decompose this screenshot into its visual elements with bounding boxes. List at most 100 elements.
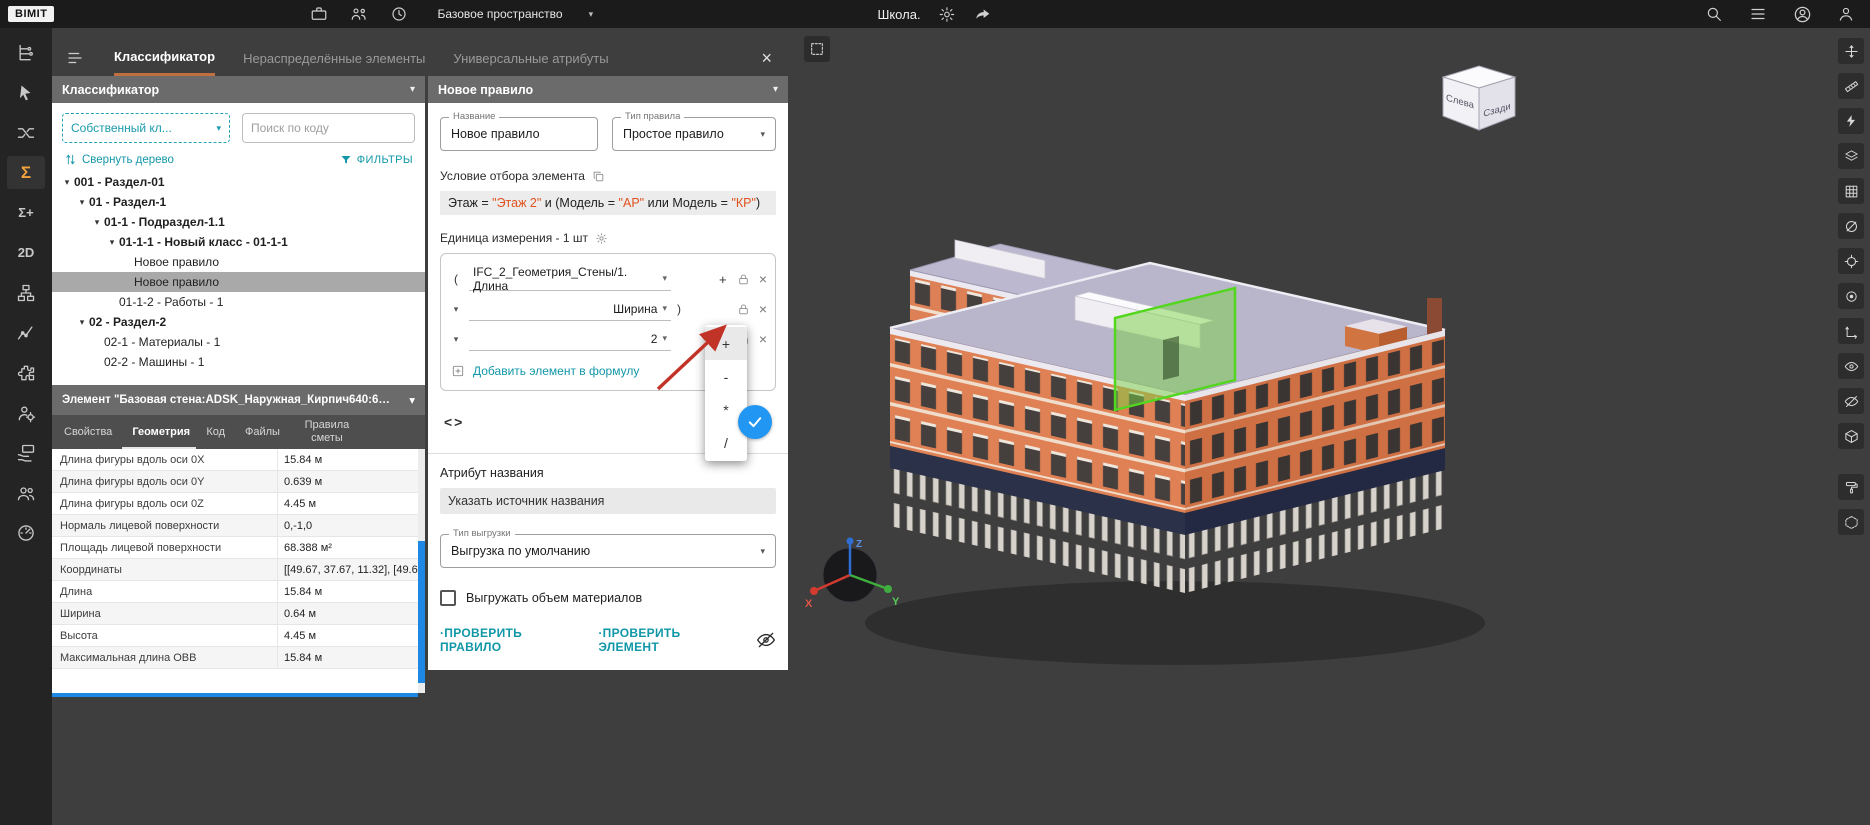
tree-item[interactable]: ▾01-1 - Подраздел-1.1: [52, 212, 425, 232]
tab-classifier[interactable]: Классификатор: [114, 40, 215, 76]
filters-link[interactable]: фильтры: [340, 154, 413, 166]
remove-row-icon[interactable]: ×: [759, 272, 767, 286]
tree-caret-icon[interactable]: ▾: [75, 317, 89, 328]
tree-item[interactable]: 02-2 - Машины - 1: [52, 352, 425, 372]
tree-item[interactable]: Новое правило: [52, 272, 425, 292]
orbit-icon[interactable]: [1838, 283, 1864, 309]
element-header[interactable]: Элемент "Базовая стена:ADSK_Наружная_Кир…: [52, 385, 425, 415]
property-row[interactable]: Длина15.84 м: [52, 581, 418, 603]
operator-item[interactable]: -: [705, 360, 747, 393]
property-row[interactable]: Нормаль лицевой поверхности0,-1,0: [52, 515, 418, 537]
share-icon[interactable]: [973, 4, 993, 24]
search-icon[interactable]: [1704, 4, 1724, 24]
export-materials-checkbox[interactable]: [440, 590, 456, 606]
code-search-input[interactable]: [242, 113, 415, 143]
isolate-cube-icon[interactable]: [1838, 423, 1864, 449]
property-row[interactable]: Длина фигуры вдоль оси 0Y0.639 м: [52, 471, 418, 493]
structure-icon[interactable]: [7, 276, 45, 309]
history-icon[interactable]: [389, 4, 409, 24]
sum-add-icon[interactable]: Σ+: [7, 196, 45, 229]
view-2d-icon[interactable]: 2D: [7, 236, 45, 269]
check-rule-button[interactable]: ·ПРОВЕРИТЬ ПРАВИЛО: [440, 626, 580, 654]
element-tab[interactable]: Код: [196, 415, 235, 449]
tree-item[interactable]: ▾01 - Раздел-1: [52, 192, 425, 212]
vertical-scrollbar[interactable]: [418, 449, 425, 693]
class-selector-dropdown[interactable]: Собственный кл... ▾: [62, 113, 230, 143]
hide-eye-off-icon[interactable]: [1838, 388, 1864, 414]
property-row[interactable]: Длина фигуры вдоль оси 0X15.84 м: [52, 449, 418, 471]
tree-item[interactable]: 02-1 - Материалы - 1: [52, 332, 425, 352]
app-logo[interactable]: BIMIT: [8, 6, 54, 22]
tree-caret-icon[interactable]: ▾: [90, 217, 104, 228]
condition-expression[interactable]: Этаж = "Этаж 2" и (Модель = "АР" или Мод…: [440, 191, 776, 215]
view-cube[interactable]: Слева Сзади: [1434, 60, 1524, 138]
code-view-toggle[interactable]: <>: [444, 414, 464, 430]
confirm-formula-button[interactable]: [738, 405, 772, 439]
check-element-button[interactable]: ·ПРОВЕРИТЬ ЭЛЕМЕНТ: [598, 626, 738, 654]
close-icon[interactable]: ×: [761, 49, 772, 67]
tree-item[interactable]: ▾02 - Раздел-2: [52, 312, 425, 332]
axis-gizmo[interactable]: X Y Z: [800, 533, 900, 619]
formula-operand-dropdown[interactable]: IFC_2_Геометрия_Стены/1. Длина ▾: [469, 267, 671, 291]
analytics-icon[interactable]: [7, 316, 45, 349]
property-row[interactable]: Координаты[[49.67, 37.67, 11.32], [49.67…: [52, 559, 418, 581]
select-cursor-icon[interactable]: [7, 76, 45, 109]
dashboard-icon[interactable]: [7, 516, 45, 549]
axes-icon[interactable]: [1838, 318, 1864, 344]
tab-universal-attributes[interactable]: Универсальные атрибуты: [453, 42, 608, 75]
property-row[interactable]: Высота4.45 м: [52, 625, 418, 647]
element-tab[interactable]: Правила сметы: [290, 415, 364, 449]
property-row[interactable]: Максимальная длина OBB15.84 м: [52, 647, 418, 669]
rule-name-field[interactable]: Название Новое правило: [440, 117, 598, 151]
horizontal-scrollbar[interactable]: [52, 693, 418, 697]
element-tab[interactable]: Файлы: [235, 415, 290, 449]
name-source-field[interactable]: Указать источник названия: [440, 488, 776, 514]
copy-icon[interactable]: [592, 170, 605, 183]
clash-icon[interactable]: [1838, 108, 1864, 134]
panel-menu-icon[interactable]: [64, 47, 86, 69]
account-circle-icon[interactable]: [1792, 4, 1812, 24]
tree-caret-icon[interactable]: ▾: [60, 177, 74, 188]
rule-type-dropdown[interactable]: Тип правила Простое правило ▾: [612, 117, 776, 151]
lock-icon[interactable]: [737, 303, 750, 316]
tree-item[interactable]: Новое правило: [52, 252, 425, 272]
tree-caret-icon[interactable]: ▾: [75, 197, 89, 208]
element-tab[interactable]: Геометрия: [122, 415, 196, 449]
tab-unassigned-elements[interactable]: Нераспределённые элементы: [243, 42, 425, 75]
workspace-selector[interactable]: Базовое пространство ▾: [437, 7, 593, 21]
collapse-tree-link[interactable]: Свернуть дерево: [64, 153, 174, 166]
sum-rules-icon[interactable]: Σ: [7, 156, 45, 189]
tree-item[interactable]: 01-1-2 - Работы - 1: [52, 292, 425, 312]
scrollbar-thumb[interactable]: [418, 541, 425, 683]
tree-item[interactable]: ▾01-1-1 - Новый класс - 01-1-1: [52, 232, 425, 252]
remove-row-icon[interactable]: ×: [759, 332, 767, 346]
user-icon[interactable]: [1836, 4, 1856, 24]
eye-off-icon[interactable]: [756, 630, 776, 650]
collaboration-icon[interactable]: [349, 4, 369, 24]
operator-value[interactable]: +: [718, 272, 728, 287]
classifier-header[interactable]: Классификатор ▾: [52, 76, 425, 103]
remove-row-icon[interactable]: ×: [759, 302, 767, 316]
users-icon[interactable]: [7, 476, 45, 509]
relations-icon[interactable]: [7, 116, 45, 149]
layers-icon[interactable]: [1838, 143, 1864, 169]
property-row[interactable]: Площадь лицевой поверхности68.388 м²: [52, 537, 418, 559]
operator-item[interactable]: +: [705, 327, 747, 360]
menu-list-icon[interactable]: [1748, 4, 1768, 24]
plugins-icon[interactable]: [7, 356, 45, 389]
lock-icon[interactable]: [737, 273, 750, 286]
model-tree-icon[interactable]: [7, 36, 45, 69]
selection-region-icon[interactable]: [804, 36, 830, 62]
pan-tool-icon[interactable]: [1838, 38, 1864, 64]
user-settings-icon[interactable]: [7, 396, 45, 429]
section-plane-icon[interactable]: [1838, 213, 1864, 239]
settings-gear-icon[interactable]: [937, 4, 957, 24]
focus-target-icon[interactable]: [1838, 248, 1864, 274]
export-type-dropdown[interactable]: Тип выгрузки Выгрузка по умолчанию ▾: [440, 534, 776, 568]
measure-icon[interactable]: [1838, 73, 1864, 99]
section-box-icon[interactable]: [1838, 509, 1864, 535]
3d-model-building[interactable]: [790, 28, 1870, 825]
paint-roller-icon[interactable]: [1838, 474, 1864, 500]
tree-caret-icon[interactable]: ▾: [105, 237, 119, 248]
operator-dropdown-icon[interactable]: ▾: [449, 304, 463, 315]
